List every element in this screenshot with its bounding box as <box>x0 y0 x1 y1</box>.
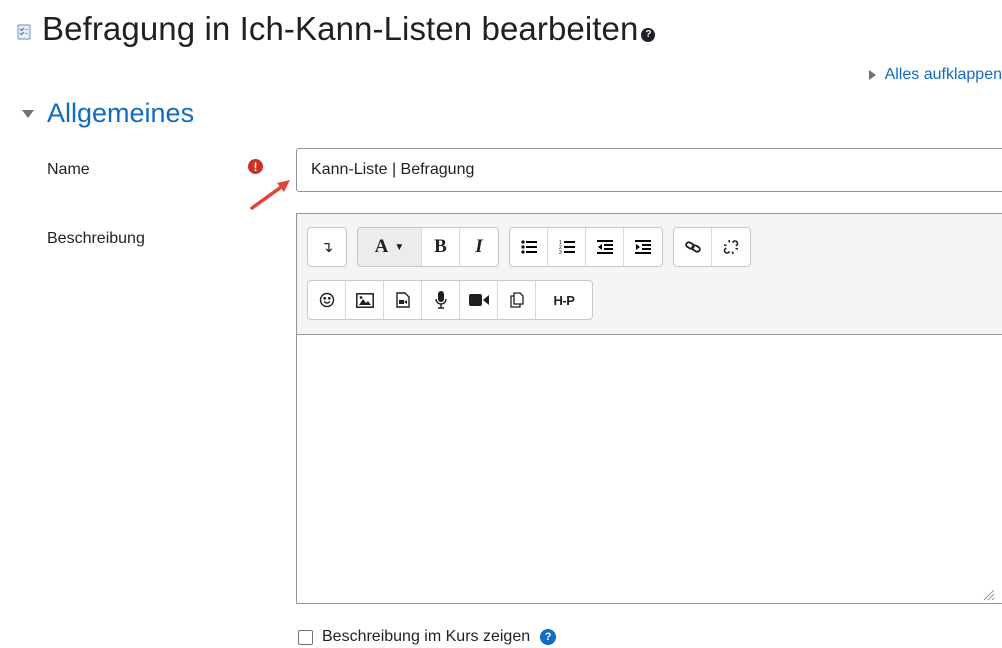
toolbar-row-2: H-P <box>307 280 603 320</box>
microphone-icon <box>434 291 447 309</box>
link-icon <box>684 241 701 253</box>
unlink-button[interactable] <box>712 228 750 266</box>
show-description-row: Beschreibung im Kurs zeigen ? <box>298 628 557 646</box>
media-button[interactable] <box>384 281 422 319</box>
bold-icon: B <box>434 236 447 257</box>
editor-content-area[interactable] <box>297 335 1002 603</box>
page-header: Befragung in Ich-Kann-Listen bearbeiten … <box>16 10 656 48</box>
font-style-icon: A <box>374 236 389 257</box>
ordered-list-icon: 123 <box>559 240 575 255</box>
editor-toolbar: ↴ A ▼ B I 123 H-P <box>297 214 1002 335</box>
section-toggle-general[interactable]: Allgemeines <box>22 98 194 129</box>
image-icon <box>355 292 374 308</box>
expand-all-label: Alles aufklappen <box>884 66 1002 83</box>
copy-files-icon <box>509 292 524 308</box>
collapse-toolbar-button[interactable]: ↴ <box>308 228 346 266</box>
show-description-label: Beschreibung im Kurs zeigen <box>322 628 531 645</box>
bold-button[interactable]: B <box>422 228 460 266</box>
indent-icon <box>635 240 651 254</box>
outdent-icon <box>596 240 613 254</box>
manage-files-button[interactable] <box>498 281 536 319</box>
italic-button[interactable]: I <box>460 228 498 266</box>
outdent-button[interactable] <box>586 228 624 266</box>
caret-down-icon <box>22 109 34 118</box>
description-label: Beschreibung <box>47 230 145 247</box>
record-video-button[interactable] <box>460 281 498 319</box>
help-icon[interactable]: ? <box>641 28 656 42</box>
required-icon: ! <box>248 159 263 174</box>
svg-text:3: 3 <box>559 250 562 255</box>
name-label: Name <box>47 161 90 178</box>
record-audio-button[interactable] <box>422 281 460 319</box>
feedback-activity-icon <box>17 24 31 40</box>
annotation-arrow-icon <box>250 180 290 210</box>
indent-button[interactable] <box>624 228 662 266</box>
toolbar-row-1: ↴ A ▼ B I 123 <box>307 227 761 267</box>
collapse-toolbar-icon: ↴ <box>320 239 334 256</box>
page-title: Befragung in Ich-Kann-Listen bearbeiten <box>42 10 639 47</box>
unordered-list-button[interactable] <box>510 228 548 266</box>
smiley-icon <box>319 292 334 308</box>
link-button[interactable] <box>674 228 712 266</box>
description-editor: ↴ A ▼ B I 123 H-P <box>296 213 1002 604</box>
chevron-down-icon: ▼ <box>394 241 405 253</box>
image-button[interactable] <box>346 281 384 319</box>
show-description-checkbox[interactable] <box>298 629 313 645</box>
h5p-button[interactable]: H-P <box>536 281 592 319</box>
section-title: Allgemeines <box>47 98 195 128</box>
caret-right-icon <box>868 70 876 80</box>
unlink-icon <box>723 239 739 255</box>
help-icon[interactable]: ? <box>540 629 557 645</box>
name-input[interactable] <box>296 148 1002 192</box>
italic-icon: I <box>475 236 483 257</box>
resize-handle-icon[interactable] <box>983 589 995 601</box>
font-style-button[interactable]: A ▼ <box>358 228 422 266</box>
unordered-list-icon <box>520 240 537 254</box>
video-camera-icon <box>468 294 489 306</box>
expand-all-link[interactable]: Alles aufklappen <box>868 66 1002 84</box>
ordered-list-button[interactable]: 123 <box>548 228 586 266</box>
emoticon-button[interactable] <box>308 281 346 319</box>
media-file-icon <box>395 292 410 308</box>
h5p-icon: H-P <box>553 292 575 308</box>
